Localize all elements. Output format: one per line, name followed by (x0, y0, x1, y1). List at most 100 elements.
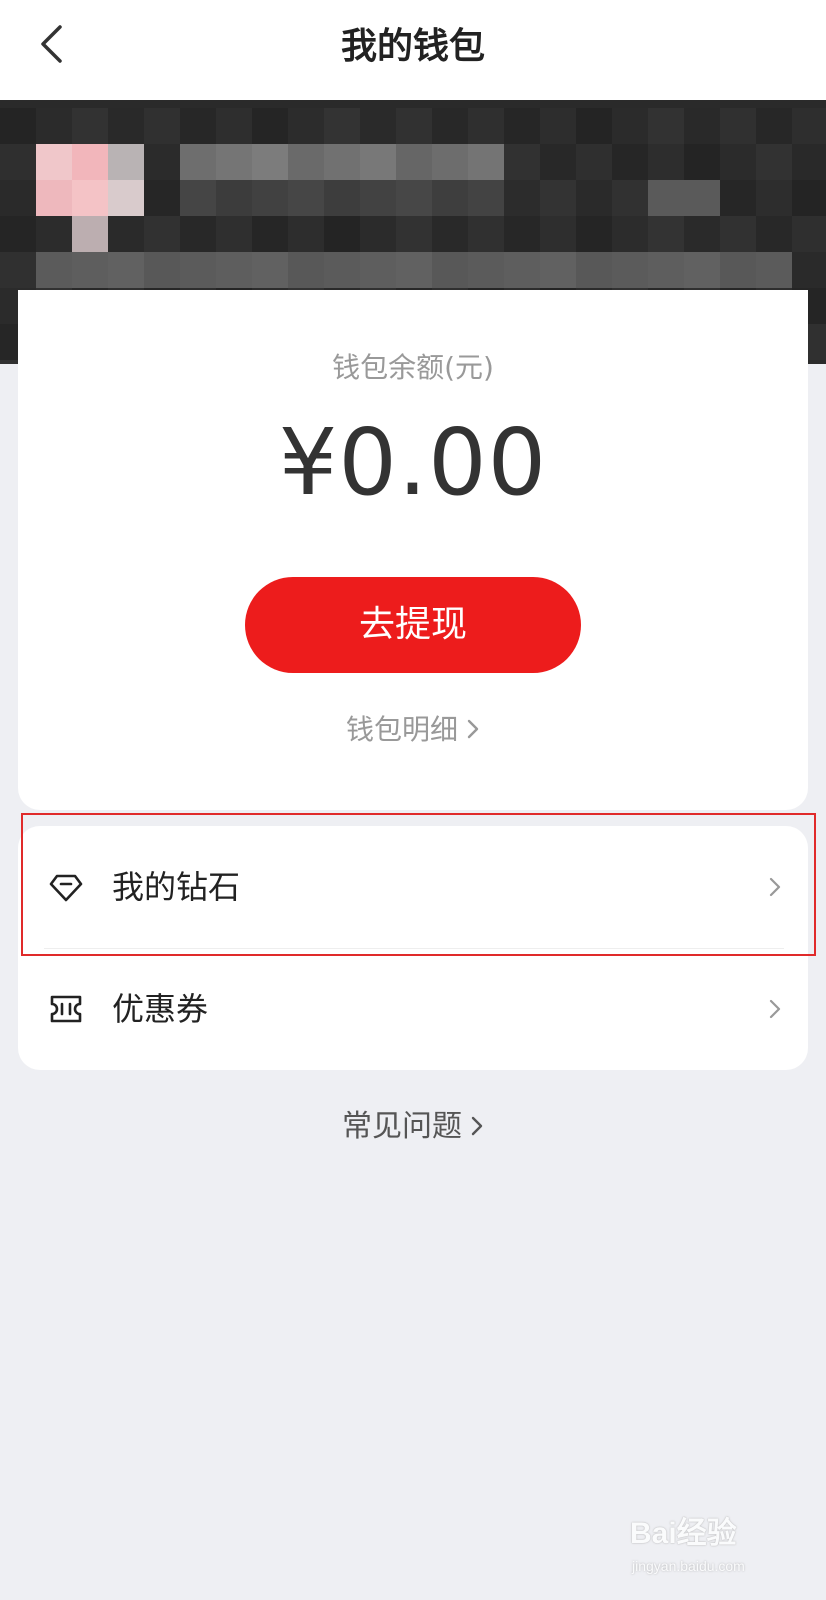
mosaic-cell (144, 144, 180, 180)
mosaic-cell (252, 108, 288, 144)
mosaic-cell (108, 216, 144, 252)
mosaic-cell (720, 108, 756, 144)
chevron-right-icon (769, 999, 781, 1019)
mosaic-cell (540, 108, 576, 144)
mosaic-cell (72, 180, 108, 216)
mosaic-cell (432, 108, 468, 144)
mosaic-cell (180, 144, 216, 180)
mosaic-cell (504, 144, 540, 180)
mosaic-cell (648, 252, 684, 288)
mosaic-cell (576, 252, 612, 288)
mosaic-cell (144, 108, 180, 144)
mosaic-cell (144, 216, 180, 252)
mosaic-cell (468, 252, 504, 288)
mosaic-cell (792, 252, 826, 288)
mosaic-cell (396, 252, 432, 288)
menu-item-coupons[interactable]: 优惠券 (18, 948, 808, 1070)
mosaic-cell (720, 216, 756, 252)
mosaic-cell (396, 144, 432, 180)
mosaic-cell (216, 144, 252, 180)
mosaic-cell (0, 252, 36, 288)
mosaic-cell (468, 216, 504, 252)
mosaic-cell (792, 216, 826, 252)
mosaic-cell (324, 252, 360, 288)
mosaic-cell (108, 252, 144, 288)
mosaic-cell (612, 216, 648, 252)
menu-item-label: 优惠券 (112, 990, 209, 1028)
mosaic-cell (684, 144, 720, 180)
menu-item-label: 我的钻石 (112, 868, 241, 906)
mosaic-cell (108, 180, 144, 216)
mosaic-cell (0, 144, 36, 180)
mosaic-cell (216, 108, 252, 144)
mosaic-cell (648, 216, 684, 252)
wallet-detail-label: 钱包明细 (345, 713, 458, 746)
mosaic-cell (72, 216, 108, 252)
wallet-detail-link[interactable]: 钱包明细 (18, 710, 808, 750)
mosaic-cell (540, 180, 576, 216)
mosaic-cell (36, 180, 72, 216)
mosaic-cell (612, 144, 648, 180)
mosaic-cell (468, 180, 504, 216)
mosaic-cell (360, 144, 396, 180)
mosaic-cell (540, 252, 576, 288)
mosaic-cell (180, 108, 216, 144)
mosaic-cell (252, 180, 288, 216)
mosaic-cell (324, 216, 360, 252)
mosaic-cell (360, 180, 396, 216)
mosaic-cell (288, 252, 324, 288)
mosaic-cell (72, 144, 108, 180)
mosaic-cell (216, 180, 252, 216)
balance-amount: ¥0.00 (278, 409, 548, 516)
diamond-icon (49, 874, 83, 902)
mosaic-cell (108, 108, 144, 144)
mosaic-cell (324, 180, 360, 216)
chevron-right-icon (471, 1116, 483, 1135)
mosaic-cell (72, 252, 108, 288)
mosaic-cell (0, 216, 36, 252)
mosaic-cell (216, 216, 252, 252)
mosaic-cell (72, 108, 108, 144)
mosaic-cell (360, 108, 396, 144)
mosaic-cell (576, 180, 612, 216)
mosaic-cell (252, 144, 288, 180)
mosaic-cell (612, 108, 648, 144)
mosaic-cell (504, 180, 540, 216)
mosaic-cell (792, 144, 826, 180)
mosaic-cell (108, 144, 144, 180)
mosaic-cell (756, 144, 792, 180)
balance-label: 钱包余额(元) (332, 351, 494, 384)
mosaic-cell (0, 180, 36, 216)
mosaic-cell (504, 108, 540, 144)
faq-link[interactable]: 常见问题 (0, 1106, 826, 1148)
mosaic-cell (396, 108, 432, 144)
withdraw-button[interactable]: 去提现 (245, 577, 581, 673)
menu-item-diamonds[interactable]: 我的钻石 (18, 826, 808, 948)
mosaic-cell (468, 108, 504, 144)
mosaic-cell (36, 144, 72, 180)
mosaic-cell (576, 144, 612, 180)
mosaic-cell (36, 216, 72, 252)
chevron-right-icon (769, 877, 781, 897)
mosaic-cell (756, 252, 792, 288)
mosaic-cell (288, 180, 324, 216)
mosaic-cell (288, 108, 324, 144)
mosaic-cell (720, 180, 756, 216)
mosaic-cell (360, 216, 396, 252)
mosaic-cell (36, 108, 72, 144)
mosaic-cell (684, 108, 720, 144)
mosaic-cell (288, 216, 324, 252)
mosaic-cell (720, 252, 756, 288)
top-nav-bar: 我的钱包 (0, 0, 826, 100)
mosaic-cell (612, 252, 648, 288)
balance-card: 钱包余额(元) ¥0.00 去提现 钱包明细 (18, 290, 808, 810)
mosaic-cell (468, 144, 504, 180)
baidu-jingyan-watermark: Bai经验 jingyan.baidu.com (630, 1508, 800, 1588)
mosaic-cell (648, 144, 684, 180)
mosaic-cell (720, 144, 756, 180)
mosaic-cell (756, 216, 792, 252)
mosaic-cell (684, 180, 720, 216)
mosaic-cell (432, 252, 468, 288)
mosaic-cell (36, 252, 72, 288)
mosaic-cell (792, 180, 826, 216)
